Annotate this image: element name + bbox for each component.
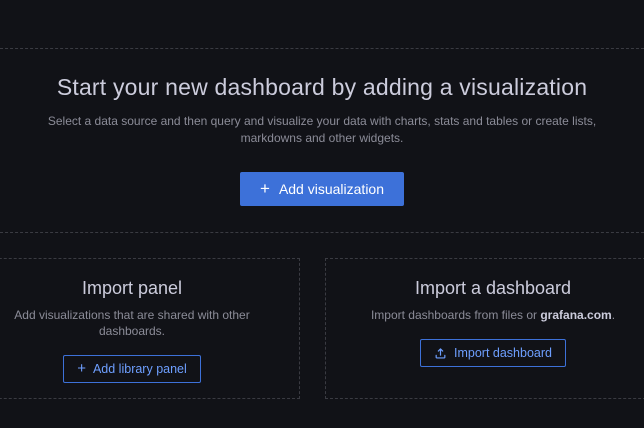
import-panel-title: Import panel: [82, 277, 182, 300]
grafana-com-text: grafana.com: [540, 308, 611, 322]
import-panel-description: Add visualizations that are shared with …: [6, 307, 258, 339]
import-dashboard-title: Import a dashboard: [415, 277, 571, 300]
dashboard-empty-canvas: Start your new dashboard by adding a vis…: [0, 0, 644, 428]
import-dashboard-description-prefix: Import dashboards from files or: [371, 308, 540, 322]
add-visualization-button-label: Add visualization: [279, 181, 384, 197]
page-subtitle: Select a data source and then query and …: [17, 113, 627, 147]
add-library-panel-button-label: Add library panel: [93, 362, 187, 376]
import-panel-card: Import panel Add visualizations that are…: [0, 258, 300, 399]
import-dashboard-button[interactable]: Import dashboard: [420, 339, 566, 367]
add-visualization-panel: Start your new dashboard by adding a vis…: [0, 48, 644, 233]
import-dashboard-button-label: Import dashboard: [454, 346, 552, 360]
plus-icon: +: [260, 180, 270, 197]
import-dashboard-description-suffix: .: [612, 308, 615, 322]
plus-icon: +: [77, 361, 86, 376]
page-title: Start your new dashboard by adding a vis…: [57, 72, 587, 102]
add-visualization-button[interactable]: + Add visualization: [240, 172, 404, 206]
upload-icon: [434, 347, 447, 360]
import-dashboard-description: Import dashboards from files or grafana.…: [371, 307, 615, 323]
import-dashboard-card: Import a dashboard Import dashboards fro…: [325, 258, 644, 399]
add-library-panel-button[interactable]: + Add library panel: [63, 355, 201, 383]
